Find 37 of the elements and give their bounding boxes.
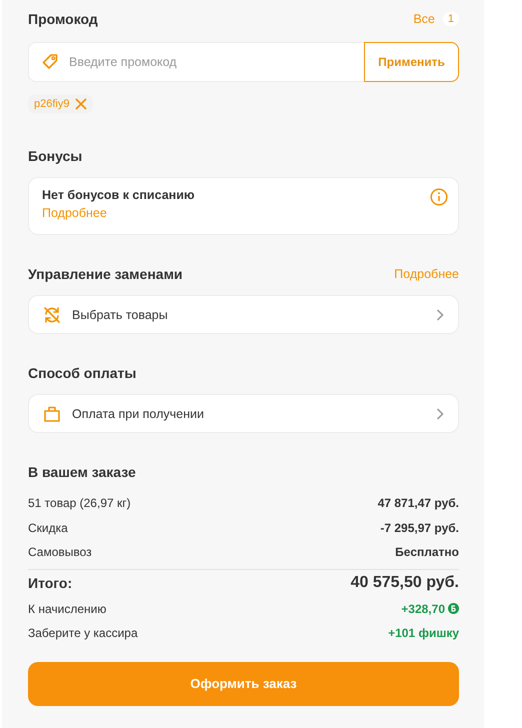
promo-count: 1 (442, 12, 459, 26)
bonus-status: Нет бонусов к списанию (42, 188, 195, 202)
summary-label: 51 товар (26,97 кг) (28, 496, 131, 510)
summary-value: -7 295,97 руб. (380, 520, 459, 535)
details-link[interactable]: Подробнее (42, 206, 195, 220)
promo-code: p26fiy9 (34, 98, 70, 110)
summary-label: Итого: (28, 575, 72, 591)
summary-value: Бесплатно (395, 545, 459, 560)
section-title: Бонусы (28, 148, 82, 164)
checkout-button[interactable]: Оформить заказ (28, 662, 459, 706)
section-title: Промокод (28, 11, 98, 27)
summary-label: Самовывоз (28, 545, 92, 560)
swap-icon (43, 306, 61, 324)
select-products-item[interactable]: Выбрать товары (28, 295, 459, 334)
summary-value: +328,70 (401, 602, 445, 616)
summary-label: К начислению (28, 602, 106, 616)
item-label: Оплата при получении (72, 406, 205, 420)
details-link[interactable]: Подробнее (394, 267, 459, 281)
chevron-right-icon (436, 408, 444, 420)
summary-label: Скидка (28, 520, 68, 535)
section-title: Управление заменами (28, 266, 183, 282)
summary-label: Заберите у кассира (28, 626, 138, 640)
promo-input-field[interactable]: Введите промокод (28, 42, 364, 82)
item-label: Выбрать товары (72, 308, 169, 322)
payment-method-item[interactable]: Оплата при получении (28, 394, 459, 433)
summary-value: 40 575,50 руб. (350, 574, 459, 592)
chevron-right-icon (436, 308, 444, 320)
section-title: Способ оплаты (28, 365, 136, 381)
info-icon[interactable] (430, 188, 448, 206)
summary-value: +101 фишку (388, 626, 459, 640)
apply-button[interactable]: Применить (364, 42, 459, 82)
bag-icon (43, 404, 61, 422)
close-icon[interactable] (75, 98, 88, 110)
all-link[interactable]: Все (413, 12, 435, 26)
bonus-coin-icon (448, 603, 459, 614)
section-title: В вашем заказе (28, 464, 136, 480)
summary-value: 47 871,47 руб. (378, 496, 459, 510)
